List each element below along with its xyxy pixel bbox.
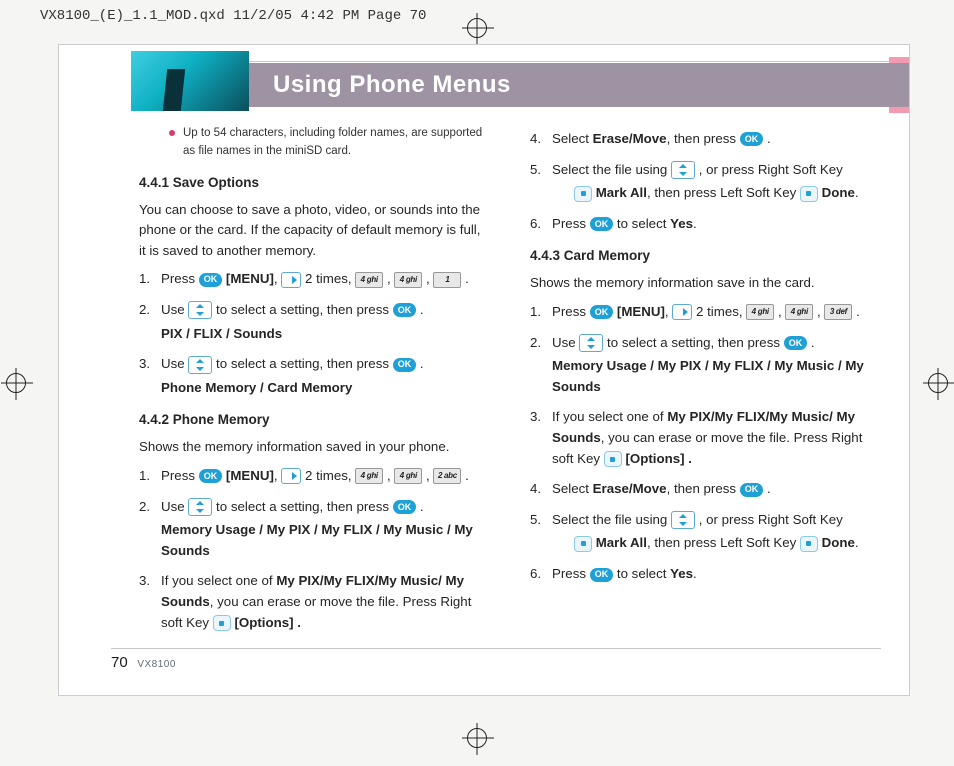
ok-icon: OK bbox=[393, 358, 417, 372]
steps-442-cont: Select Erase/Move, then press OK . Selec… bbox=[530, 129, 881, 234]
softkey-icon bbox=[574, 186, 592, 202]
page-footer: 70 VX8100 bbox=[111, 654, 176, 671]
softkey-icon bbox=[800, 536, 818, 552]
step-441-3: Use to select a setting, then press OK .… bbox=[139, 354, 490, 398]
registration-mark-top bbox=[467, 18, 487, 38]
ok-icon: OK bbox=[393, 500, 417, 514]
step-442-2: Use to select a setting, then press OK .… bbox=[139, 497, 490, 562]
step-442-4: Select Erase/Move, then press OK . bbox=[530, 129, 881, 150]
key-2: 2 abc bbox=[433, 468, 461, 484]
registration-mark-bottom bbox=[467, 728, 487, 748]
steps-443: Press OK [MENU], 2 times, 4 ghi , 4 ghi … bbox=[530, 302, 881, 585]
key-4: 4 ghi bbox=[394, 468, 422, 484]
step-443-6: Press OK to select Yes. bbox=[530, 564, 881, 585]
footer-rule bbox=[111, 648, 881, 649]
intro-443: Shows the memory information save in the… bbox=[530, 273, 881, 294]
ok-icon: OK bbox=[590, 305, 614, 319]
nav-updown-icon bbox=[579, 334, 603, 352]
key-4: 4 ghi bbox=[355, 468, 383, 484]
title-bar: Using Phone Menus bbox=[131, 63, 909, 107]
nav-updown-icon bbox=[188, 301, 212, 319]
left-column: Up to 54 characters, including folder na… bbox=[139, 125, 490, 637]
step-442-1: Press OK [MENU], 2 times, 4 ghi , 4 ghi … bbox=[139, 466, 490, 487]
ok-icon: OK bbox=[740, 132, 764, 146]
step-443-3: If you select one of My PIX/My FLIX/My M… bbox=[530, 407, 881, 469]
softkey-icon bbox=[604, 451, 622, 467]
nav-right-icon bbox=[672, 304, 692, 320]
step-443-4: Select Erase/Move, then press OK . bbox=[530, 479, 881, 500]
nav-updown-icon bbox=[188, 498, 212, 516]
ok-icon: OK bbox=[784, 336, 808, 350]
note-bullet: Up to 54 characters, including folder na… bbox=[139, 125, 490, 161]
key-4: 4 ghi bbox=[394, 272, 422, 288]
step-443-1: Press OK [MENU], 2 times, 4 ghi , 4 ghi … bbox=[530, 302, 881, 323]
page-title: Using Phone Menus bbox=[273, 71, 511, 99]
step-443-2: Use to select a setting, then press OK .… bbox=[530, 333, 881, 398]
step-443-5: Select the file using , or press Right S… bbox=[530, 510, 881, 554]
step-442-3: If you select one of My PIX/My FLIX/My M… bbox=[139, 571, 490, 633]
ok-icon: OK bbox=[590, 217, 614, 231]
registration-mark-right bbox=[928, 373, 948, 393]
opts-443-2: Memory Usage / My PIX / My FLIX / My Mus… bbox=[552, 356, 881, 397]
step-442-6: Press OK to select Yes. bbox=[530, 214, 881, 235]
softkey-icon bbox=[800, 186, 818, 202]
right-column: Select Erase/Move, then press OK . Selec… bbox=[530, 125, 881, 637]
key-1: 1 bbox=[433, 272, 461, 288]
heading-441: 4.4.1 Save Options bbox=[139, 173, 490, 194]
softkey-icon bbox=[574, 536, 592, 552]
nav-updown-icon bbox=[671, 161, 695, 179]
key-3: 3 def bbox=[824, 304, 852, 320]
step-442-5: Select the file using , or press Right S… bbox=[530, 160, 881, 204]
intro-441: You can choose to save a photo, video, o… bbox=[139, 200, 490, 262]
intro-442: Shows the memory information saved in yo… bbox=[139, 437, 490, 458]
page-number: 70 bbox=[111, 654, 128, 671]
key-4: 4 ghi bbox=[785, 304, 813, 320]
header-photo bbox=[131, 51, 249, 111]
ok-icon: OK bbox=[199, 469, 223, 483]
step-441-2: Use to select a setting, then press OK .… bbox=[139, 300, 490, 344]
ok-icon: OK bbox=[590, 568, 614, 582]
prepress-header: VX8100_(E)_1.1_MOD.qxd 11/2/05 4:42 PM P… bbox=[40, 8, 426, 24]
bullet-dot-icon bbox=[169, 130, 175, 136]
softkey-icon bbox=[213, 615, 231, 631]
opts-441-2: PIX / FLIX / Sounds bbox=[161, 324, 490, 345]
heading-443: 4.4.3 Card Memory bbox=[530, 246, 881, 267]
nav-right-icon bbox=[281, 468, 301, 484]
nav-right-icon bbox=[281, 272, 301, 288]
opts-441-3: Phone Memory / Card Memory bbox=[161, 378, 490, 399]
nav-updown-icon bbox=[671, 511, 695, 529]
note-text: Up to 54 characters, including folder na… bbox=[183, 125, 490, 161]
steps-442: Press OK [MENU], 2 times, 4 ghi , 4 ghi … bbox=[139, 466, 490, 633]
steps-441: Press OK [MENU], 2 times, 4 ghi , 4 ghi … bbox=[139, 269, 490, 398]
step-441-1: Press OK [MENU], 2 times, 4 ghi , 4 ghi … bbox=[139, 269, 490, 290]
content-area: Up to 54 characters, including folder na… bbox=[139, 125, 881, 637]
ok-icon: OK bbox=[393, 303, 417, 317]
opts-442-2: Memory Usage / My PIX / My FLIX / My Mus… bbox=[161, 520, 490, 561]
registration-mark-left bbox=[6, 373, 26, 393]
nav-updown-icon bbox=[188, 356, 212, 374]
key-4: 4 ghi bbox=[355, 272, 383, 288]
model-label: VX8100 bbox=[137, 659, 176, 670]
ok-icon: OK bbox=[740, 483, 764, 497]
ok-icon: OK bbox=[199, 273, 223, 287]
page-frame: Using Phone Menus Up to 54 characters, i… bbox=[58, 44, 910, 696]
key-4: 4 ghi bbox=[746, 304, 774, 320]
heading-442: 4.4.2 Phone Memory bbox=[139, 410, 490, 431]
